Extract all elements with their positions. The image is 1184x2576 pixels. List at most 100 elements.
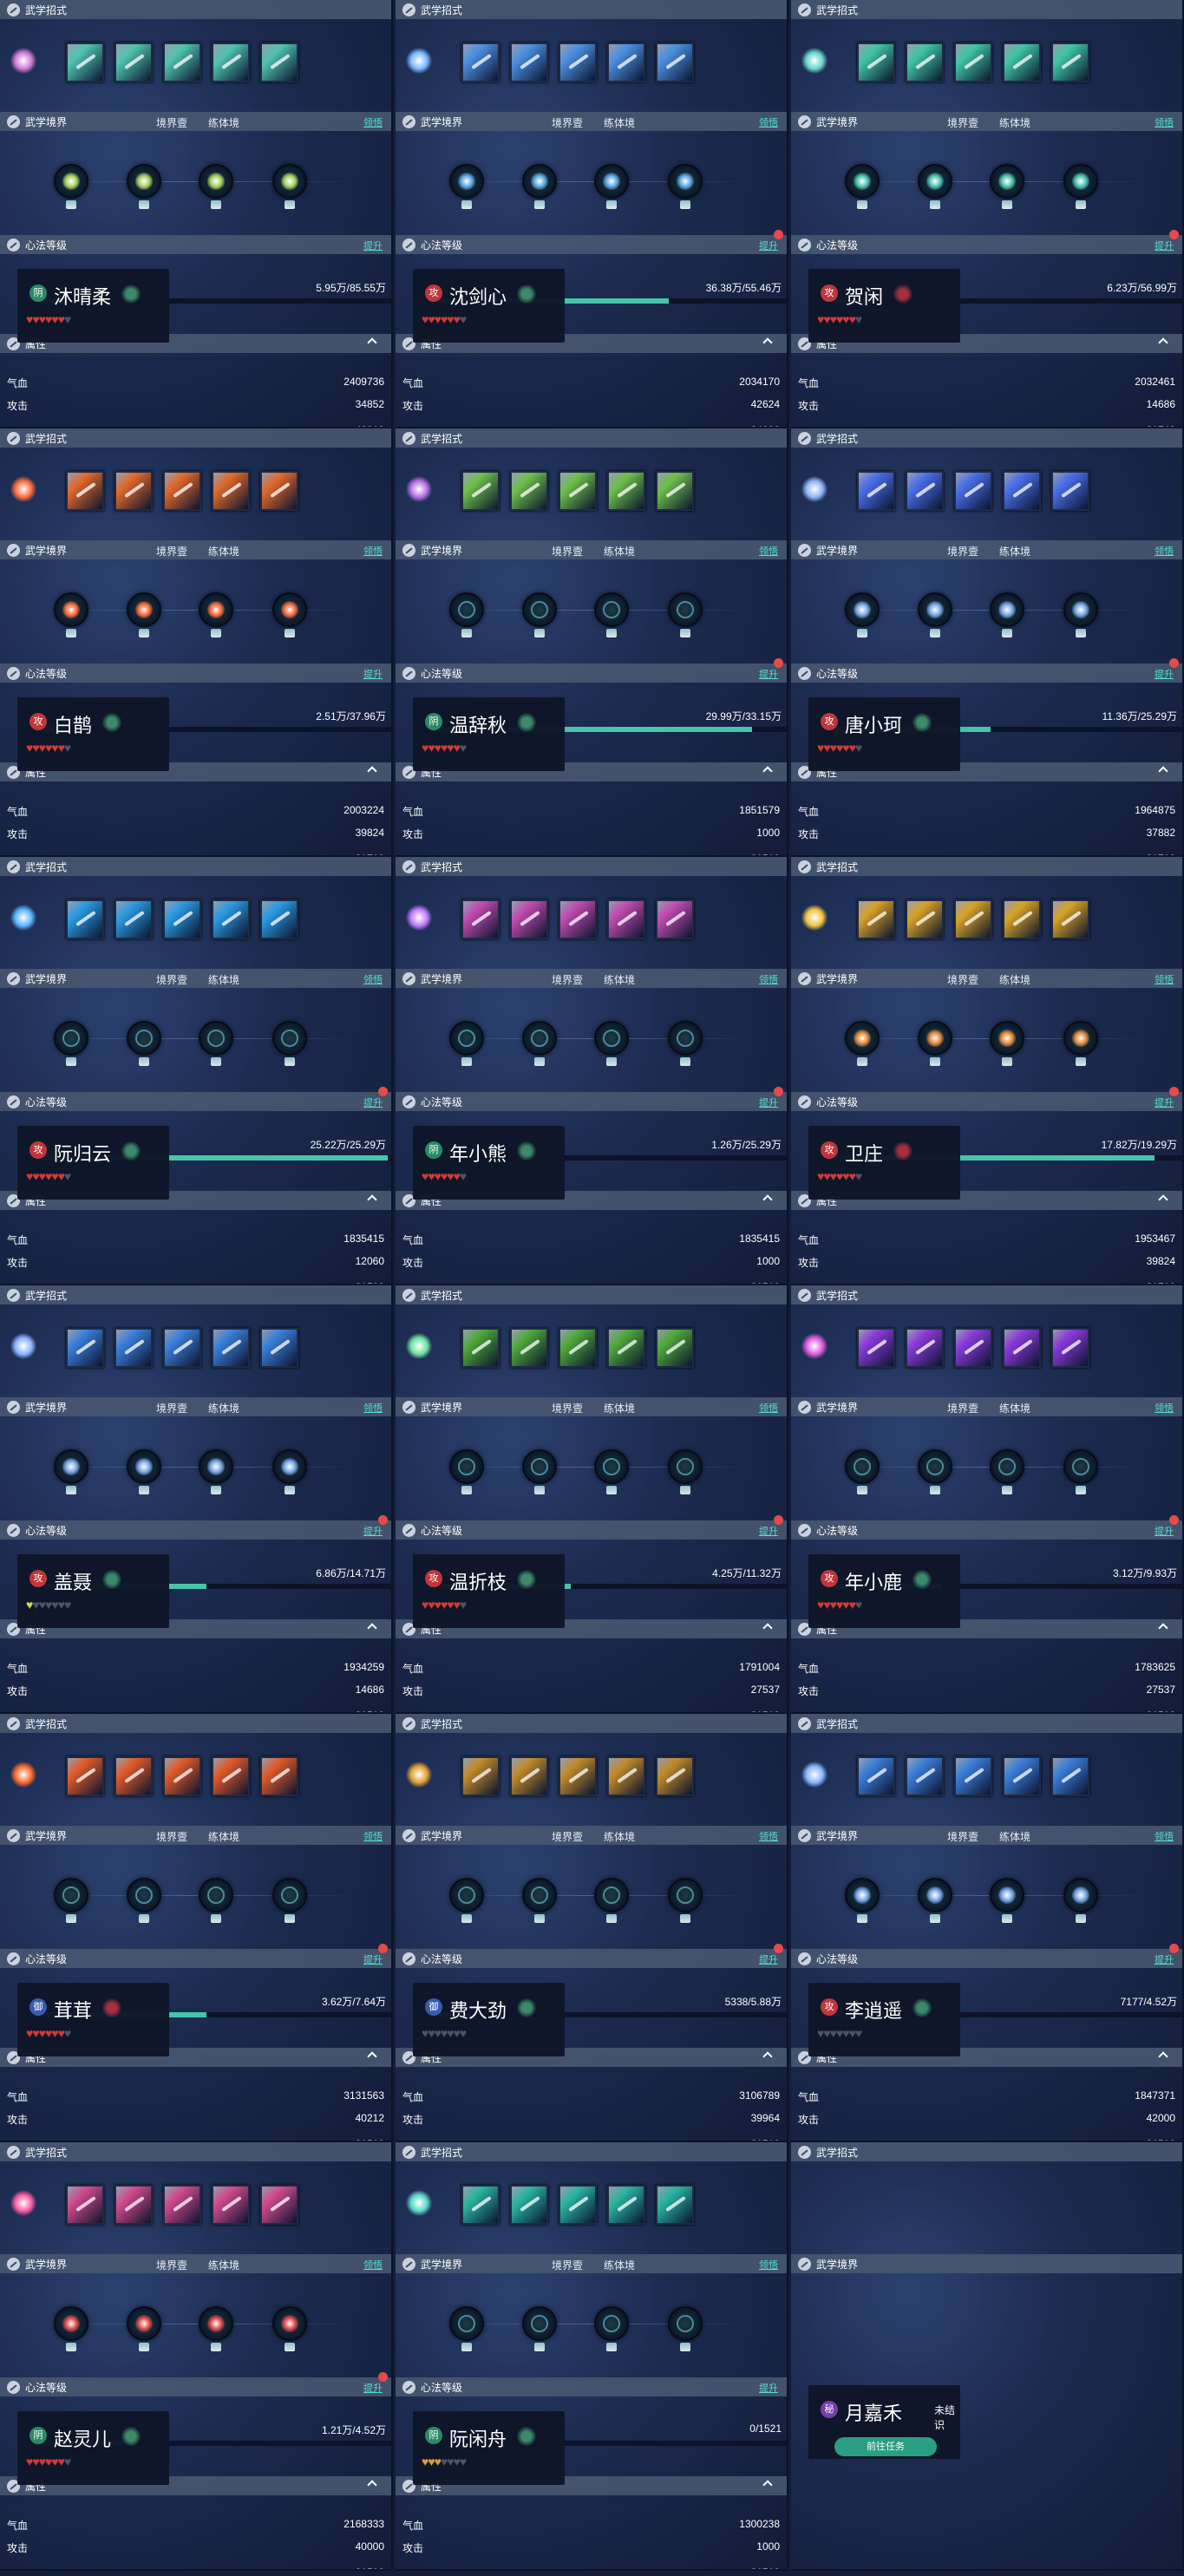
chevron-up-icon[interactable] (1158, 337, 1168, 348)
realm-node-icon[interactable] (845, 592, 880, 627)
realm-tab-2[interactable]: 练体境 (999, 1401, 1030, 1415)
realm-node-icon[interactable] (54, 592, 88, 627)
skill-slot-icon[interactable] (559, 2185, 597, 2225)
skill-slot-icon[interactable] (212, 1756, 250, 1796)
realm-comprehend-link[interactable]: 领悟 (1155, 1401, 1174, 1415)
main-skill-icon[interactable] (801, 476, 827, 502)
realm-comprehend-link[interactable]: 领悟 (363, 2258, 383, 2272)
skill-slot-icon[interactable] (510, 2185, 548, 2225)
realm-node-icon[interactable] (127, 164, 161, 199)
skill-slot-icon[interactable] (1003, 1328, 1041, 1368)
realm-node-icon[interactable] (199, 1449, 233, 1484)
realm-comprehend-link[interactable]: 领悟 (363, 544, 383, 558)
skill-slot-icon[interactable] (559, 1328, 597, 1368)
skill-slot-icon[interactable] (510, 471, 548, 511)
skill-slot-icon[interactable] (260, 1328, 298, 1368)
realm-node-icon[interactable] (1063, 1878, 1098, 1912)
xinfa-upgrade-link[interactable]: 提升 (363, 239, 383, 252)
main-skill-icon[interactable] (10, 1762, 36, 1788)
goto-task-button[interactable]: 前往任务 (834, 2437, 937, 2456)
realm-node-icon[interactable] (668, 1021, 703, 1056)
character-card[interactable]: 秘月嘉禾 未结识 前往任务 (808, 2385, 960, 2459)
skill-slot-icon[interactable] (66, 1756, 104, 1796)
skill-slot-icon[interactable] (1003, 899, 1041, 939)
chevron-up-icon[interactable] (1158, 766, 1168, 776)
main-skill-icon[interactable] (406, 2190, 432, 2216)
skill-slot-icon[interactable] (1051, 42, 1089, 82)
skill-slot-icon[interactable] (461, 899, 500, 939)
realm-node-icon[interactable] (845, 1878, 880, 1912)
skill-slot-icon[interactable] (656, 899, 694, 939)
realm-tab-1[interactable]: 境界壹 (552, 544, 583, 559)
xinfa-upgrade-link[interactable]: 提升 (363, 2381, 383, 2395)
realm-tab-1[interactable]: 境界壹 (552, 2258, 583, 2272)
main-skill-icon[interactable] (10, 905, 36, 931)
main-skill-icon[interactable] (801, 905, 827, 931)
skill-slot-icon[interactable] (607, 471, 645, 511)
main-skill-icon[interactable] (10, 476, 36, 502)
skill-slot-icon[interactable] (1051, 471, 1089, 511)
realm-tab-1[interactable]: 境界壹 (156, 972, 187, 987)
skill-slot-icon[interactable] (114, 1328, 153, 1368)
realm-node-icon[interactable] (990, 1021, 1024, 1056)
realm-node-icon[interactable] (990, 592, 1024, 627)
skill-slot-icon[interactable] (260, 42, 298, 82)
realm-node-icon[interactable] (522, 1449, 557, 1484)
chevron-up-icon[interactable] (762, 337, 773, 348)
realm-tab-1[interactable]: 境界壹 (947, 1829, 978, 1844)
realm-node-icon[interactable] (199, 1878, 233, 1912)
realm-node-icon[interactable] (272, 2306, 307, 2341)
skill-slot-icon[interactable] (66, 2185, 104, 2225)
skill-slot-icon[interactable] (510, 1756, 548, 1796)
skill-slot-icon[interactable] (559, 42, 597, 82)
skill-slot-icon[interactable] (906, 1328, 944, 1368)
skill-slot-icon[interactable] (114, 1756, 153, 1796)
skill-slot-icon[interactable] (607, 1328, 645, 1368)
skill-slot-icon[interactable] (607, 42, 645, 82)
realm-node-icon[interactable] (990, 1878, 1024, 1912)
realm-node-icon[interactable] (522, 2306, 557, 2341)
realm-comprehend-link[interactable]: 领悟 (1155, 115, 1174, 129)
skill-slot-icon[interactable] (66, 42, 104, 82)
main-skill-icon[interactable] (801, 1333, 827, 1359)
realm-tab-2[interactable]: 练体境 (999, 115, 1030, 130)
main-skill-icon[interactable] (406, 905, 432, 931)
main-skill-icon[interactable] (406, 48, 432, 74)
chevron-up-icon[interactable] (1158, 1194, 1168, 1205)
realm-tab-1[interactable]: 境界壹 (552, 1829, 583, 1844)
realm-node-icon[interactable] (594, 592, 629, 627)
realm-node-icon[interactable] (522, 1878, 557, 1912)
chevron-up-icon[interactable] (367, 766, 377, 776)
character-card[interactable]: 攻白鹊 ♥♥♥♥♥♥♥ (17, 697, 169, 771)
xinfa-upgrade-link[interactable]: 提升 (759, 1095, 778, 1109)
realm-comprehend-link[interactable]: 领悟 (1155, 1829, 1174, 1843)
realm-node-icon[interactable] (127, 1021, 161, 1056)
realm-node-icon[interactable] (54, 1878, 88, 1912)
main-skill-icon[interactable] (801, 48, 827, 74)
realm-node-icon[interactable] (272, 1878, 307, 1912)
skill-slot-icon[interactable] (212, 899, 250, 939)
skill-slot-icon[interactable] (260, 899, 298, 939)
realm-node-icon[interactable] (272, 592, 307, 627)
xinfa-upgrade-link[interactable]: 提升 (1155, 1524, 1174, 1538)
realm-node-icon[interactable] (272, 1021, 307, 1056)
character-card[interactable]: 攻贺闲 ♥♥♥♥♥♥♥ (808, 269, 960, 343)
xinfa-upgrade-link[interactable]: 提升 (759, 1952, 778, 1966)
skill-slot-icon[interactable] (857, 1756, 895, 1796)
skill-slot-icon[interactable] (656, 2185, 694, 2225)
skill-slot-icon[interactable] (510, 42, 548, 82)
character-card[interactable]: 攻温折枝 ♥♥♥♥♥♥♥ (413, 1554, 565, 1628)
skill-slot-icon[interactable] (1051, 1328, 1089, 1368)
realm-tab-1[interactable]: 境界壹 (156, 115, 187, 130)
skill-slot-icon[interactable] (559, 899, 597, 939)
realm-node-icon[interactable] (272, 164, 307, 199)
realm-node-icon[interactable] (522, 592, 557, 627)
character-card[interactable]: 攻盖聂 ♥♥♥♥♥♥♥ (17, 1554, 169, 1628)
skill-slot-icon[interactable] (857, 471, 895, 511)
skill-slot-icon[interactable] (607, 899, 645, 939)
skill-slot-icon[interactable] (260, 2185, 298, 2225)
skill-slot-icon[interactable] (163, 1328, 201, 1368)
skill-slot-icon[interactable] (114, 899, 153, 939)
chevron-up-icon[interactable] (762, 1194, 773, 1205)
main-skill-icon[interactable] (10, 48, 36, 74)
